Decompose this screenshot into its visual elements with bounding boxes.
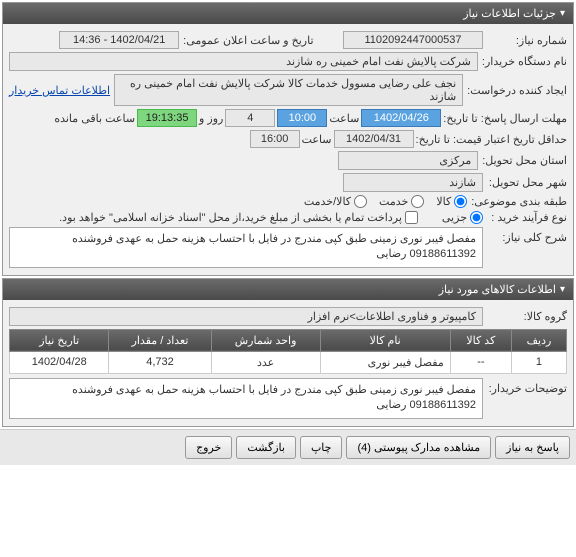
panel2-title: اطلاعات كالاهای مورد نیاز xyxy=(439,283,556,296)
panel-header[interactable]: ▾ جزئیات اطلاعات نیاز xyxy=(3,3,573,24)
goods-info-panel: ▾ اطلاعات كالاهای مورد نیاز گروه کالا: ک… xyxy=(2,278,574,427)
announce-label: تاریخ و ساعت اعلان عمومی: xyxy=(183,34,313,47)
attachments-button[interactable]: مشاهده مدارک پیوستی (4) xyxy=(346,436,491,459)
creator-field: نجف علی رضایی مسوول خدمات کالا شرکت پالا… xyxy=(114,74,463,106)
city-field: شازند xyxy=(343,173,483,192)
category-radio-group: کالا خدمت کالا/خدمت xyxy=(304,195,467,208)
th-qty: تعداد / مقدار xyxy=(109,329,211,351)
creator-label: ایجاد کننده درخواست: xyxy=(467,84,567,97)
group-label: گروه کالا: xyxy=(487,310,567,323)
proc-partial[interactable]: جزیی xyxy=(442,211,483,224)
cat-service-radio[interactable] xyxy=(411,195,424,208)
cat-goods-service-radio[interactable] xyxy=(354,195,367,208)
chevron-down-icon: ▾ xyxy=(560,8,565,19)
panel2-body: گروه کالا: کامپیوتر و فناوری اطلاعات>نرم… xyxy=(3,300,573,426)
days-after: روز و xyxy=(199,112,223,125)
deadline-time: 10:00 xyxy=(277,109,327,127)
time-label-2: ساعت xyxy=(302,133,332,146)
button-bar: پاسخ به نیاز مشاهده مدارک پیوستی (4) چاپ… xyxy=(0,429,576,465)
cat-goods-service[interactable]: کالا/خدمت xyxy=(304,195,367,208)
th-date: تاریخ نیاز xyxy=(10,329,109,351)
th-name: نام کالا xyxy=(320,329,450,351)
province-label: استان محل تحویل: xyxy=(482,154,567,167)
panel2-header[interactable]: ▾ اطلاعات كالاهای مورد نیاز xyxy=(3,279,573,300)
th-unit: واحد شمارش xyxy=(211,329,320,351)
announce-field: 1402/04/21 - 14:36 xyxy=(59,31,179,49)
category-label: طبقه بندی موضوعی: xyxy=(471,195,567,208)
valid-label: حداقل تاریخ اعتبار قیمت: تا تاریخ: xyxy=(416,133,567,146)
cell-qty: 4,732 xyxy=(109,351,211,373)
req-no-label: شماره نیاز: xyxy=(487,34,567,47)
proc-label: نوع فرآیند خرید : xyxy=(487,211,567,224)
cat-goods[interactable]: کالا xyxy=(436,195,467,208)
need-details-panel: ▾ جزئیات اطلاعات نیاز شماره نیاز: 110209… xyxy=(2,2,574,276)
exit-button[interactable]: خروج xyxy=(185,436,232,459)
cell-unit: عدد xyxy=(211,351,320,373)
cat-service[interactable]: خدمت xyxy=(379,195,424,208)
summary-label: شرح کلی نیاز: xyxy=(487,227,567,244)
deadline-date: 1402/04/26 xyxy=(361,109,441,127)
panel-title: جزئیات اطلاعات نیاز xyxy=(463,7,556,20)
desc-label: توضیحات خریدار: xyxy=(487,378,567,395)
valid-date: 1402/04/31 xyxy=(334,130,414,148)
group-field: کامپیوتر و فناوری اطلاعات>نرم افزار xyxy=(9,307,483,326)
cat-goods-radio[interactable] xyxy=(454,195,467,208)
org-field: شرکت پالایش نفت امام خمینی ره شازند xyxy=(9,52,478,71)
time-label-1: ساعت xyxy=(329,112,359,125)
panel-body: شماره نیاز: 1102092447000537 تاریخ و ساع… xyxy=(3,24,573,275)
days-val: 4 xyxy=(225,109,275,127)
goods-table: ردیف کد کالا نام کالا واحد شمارش تعداد /… xyxy=(9,329,567,374)
desc-text: مفصل فیبر نوری زمینی طبق کپی مندرج در فا… xyxy=(9,378,483,419)
chevron-down-icon: ▾ xyxy=(560,284,565,295)
summary-text: مفصل فیبر نوری زمینی طبق کپی مندرج در فا… xyxy=(9,227,483,268)
cell-idx: 1 xyxy=(511,351,566,373)
print-button[interactable]: چاپ xyxy=(300,436,343,459)
contact-link[interactable]: اطلاعات تماس خریدار xyxy=(9,84,110,97)
table-row[interactable]: 1 -- مفصل فیبر نوری عدد 4,732 1402/04/28 xyxy=(10,351,567,373)
table-header-row: ردیف کد کالا نام کالا واحد شمارش تعداد /… xyxy=(10,329,567,351)
valid-time: 16:00 xyxy=(250,130,300,148)
proc-note: پرداخت تمام یا بخشی از مبلغ خرید،از محل … xyxy=(59,211,402,224)
proc-partial-radio[interactable] xyxy=(470,211,483,224)
province-field: مرکزی xyxy=(338,151,478,170)
city-label: شهر محل تحویل: xyxy=(487,176,567,189)
proc-note-check[interactable] xyxy=(405,211,418,224)
cell-code: -- xyxy=(450,351,511,373)
respond-button[interactable]: پاسخ به نیاز xyxy=(495,436,570,459)
proc-radio-group: جزیی xyxy=(442,211,483,224)
countdown: 19:13:35 xyxy=(137,109,197,127)
th-idx: ردیف xyxy=(511,329,566,351)
org-label: نام دستگاه خریدار: xyxy=(482,55,567,68)
deadline-label: مهلت ارسال پاسخ: تا تاریخ: xyxy=(443,112,567,125)
cell-date: 1402/04/28 xyxy=(10,351,109,373)
proc-note-item[interactable]: پرداخت تمام یا بخشی از مبلغ خرید،از محل … xyxy=(59,211,418,224)
back-button[interactable]: بازگشت xyxy=(236,436,296,459)
req-no-field: 1102092447000537 xyxy=(343,31,483,49)
th-code: کد کالا xyxy=(450,329,511,351)
cell-name: مفصل فیبر نوری xyxy=(320,351,450,373)
remain-label: ساعت باقی مانده xyxy=(54,112,135,125)
